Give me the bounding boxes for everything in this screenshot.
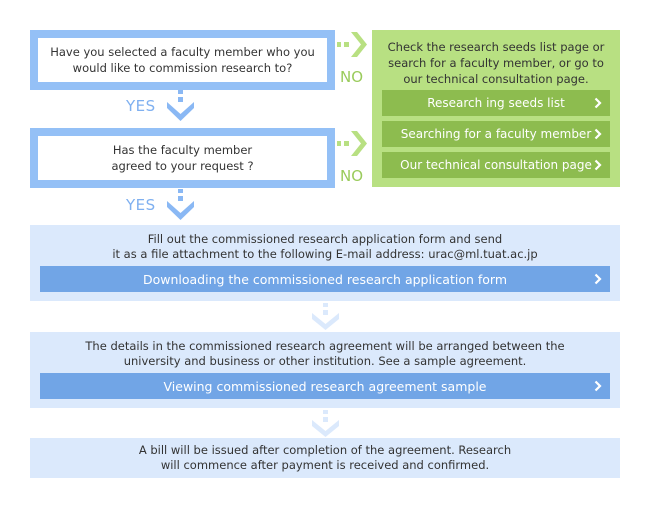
step-agreement: The details in the commissioned research…	[30, 332, 620, 408]
search-faculty-member-label: Searching for a faculty member	[400, 127, 592, 141]
step-billing-line-2: will commence after payment is received …	[160, 458, 490, 472]
no-guidance-text: Check the research seeds list page or se…	[372, 39, 620, 87]
no-guidance-line-2: search for a faculty member, or go to	[388, 56, 604, 70]
no-guidance-line-1: Check the research seeds list page or	[387, 40, 605, 54]
search-faculty-member-button[interactable]: Searching for a faculty member	[382, 121, 610, 147]
download-application-form-button[interactable]: Downloading the commissioned research ap…	[40, 266, 610, 292]
no-arrow-right-icon	[337, 32, 367, 57]
step-agreement-line-2: university and business or other institu…	[123, 354, 527, 368]
step-billing: A bill will be issued after completion o…	[30, 438, 620, 478]
no-label-2: NO	[340, 167, 364, 185]
down-arrow-icon	[312, 410, 339, 437]
step-application-text: Fill out the commissioned research appli…	[30, 232, 620, 262]
research-seeds-list-button[interactable]: Research ing seeds list	[382, 90, 610, 116]
research-seeds-list-label: Research ing seeds list	[427, 96, 565, 110]
step-application-line-2: it as a file attachment to the following…	[112, 247, 538, 261]
view-agreement-sample-label: Viewing commissioned research agreement …	[163, 378, 487, 394]
step-billing-line-1: A bill will be issued after completion o…	[138, 443, 512, 457]
chevron-right-icon	[594, 266, 602, 292]
no-arrow-right-icon	[337, 131, 367, 156]
yes-arrow-down-icon	[167, 90, 194, 121]
no-guidance-line-3: our technical consultation page.	[403, 72, 589, 86]
chevron-right-icon	[594, 373, 602, 399]
step-application-line-1: Fill out the commissioned research appli…	[147, 232, 503, 246]
yes-label-2: YES	[126, 196, 156, 214]
question-1-inner: Have you selected a faculty member who y…	[38, 38, 327, 82]
down-arrow-icon	[312, 303, 339, 330]
question-2-inner: Has the faculty member agreed to your re…	[38, 136, 327, 180]
view-agreement-sample-button[interactable]: Viewing commissioned research agreement …	[40, 373, 610, 399]
question-1-box: Have you selected a faculty member who y…	[30, 30, 335, 90]
yes-arrow-down-icon	[167, 189, 194, 220]
question-2-box: Has the faculty member agreed to your re…	[30, 128, 335, 188]
no-label-1: NO	[340, 68, 364, 86]
technical-consultation-button[interactable]: Our technical consultation page	[382, 152, 610, 178]
technical-consultation-label: Our technical consultation page	[400, 158, 592, 172]
question-2-line-1: Has the faculty member	[112, 143, 253, 157]
no-guidance-panel: Check the research seeds list page or se…	[372, 30, 620, 187]
step-billing-text: A bill will be issued after completion o…	[30, 443, 620, 473]
yes-label-1: YES	[126, 97, 156, 115]
question-2-line-2: agreed to your request ?	[111, 159, 254, 173]
question-1-line-2: would like to commission research to?	[72, 61, 293, 75]
step-application-form: Fill out the commissioned research appli…	[30, 225, 620, 301]
step-agreement-line-1: The details in the commissioned research…	[85, 339, 565, 353]
chevron-right-icon	[594, 152, 602, 178]
chevron-right-icon	[594, 121, 602, 147]
chevron-right-icon	[594, 90, 602, 116]
question-1-line-1: Have you selected a faculty member who y…	[50, 45, 315, 59]
download-application-form-label: Downloading the commissioned research ap…	[142, 271, 508, 287]
step-agreement-text: The details in the commissioned research…	[30, 339, 620, 369]
